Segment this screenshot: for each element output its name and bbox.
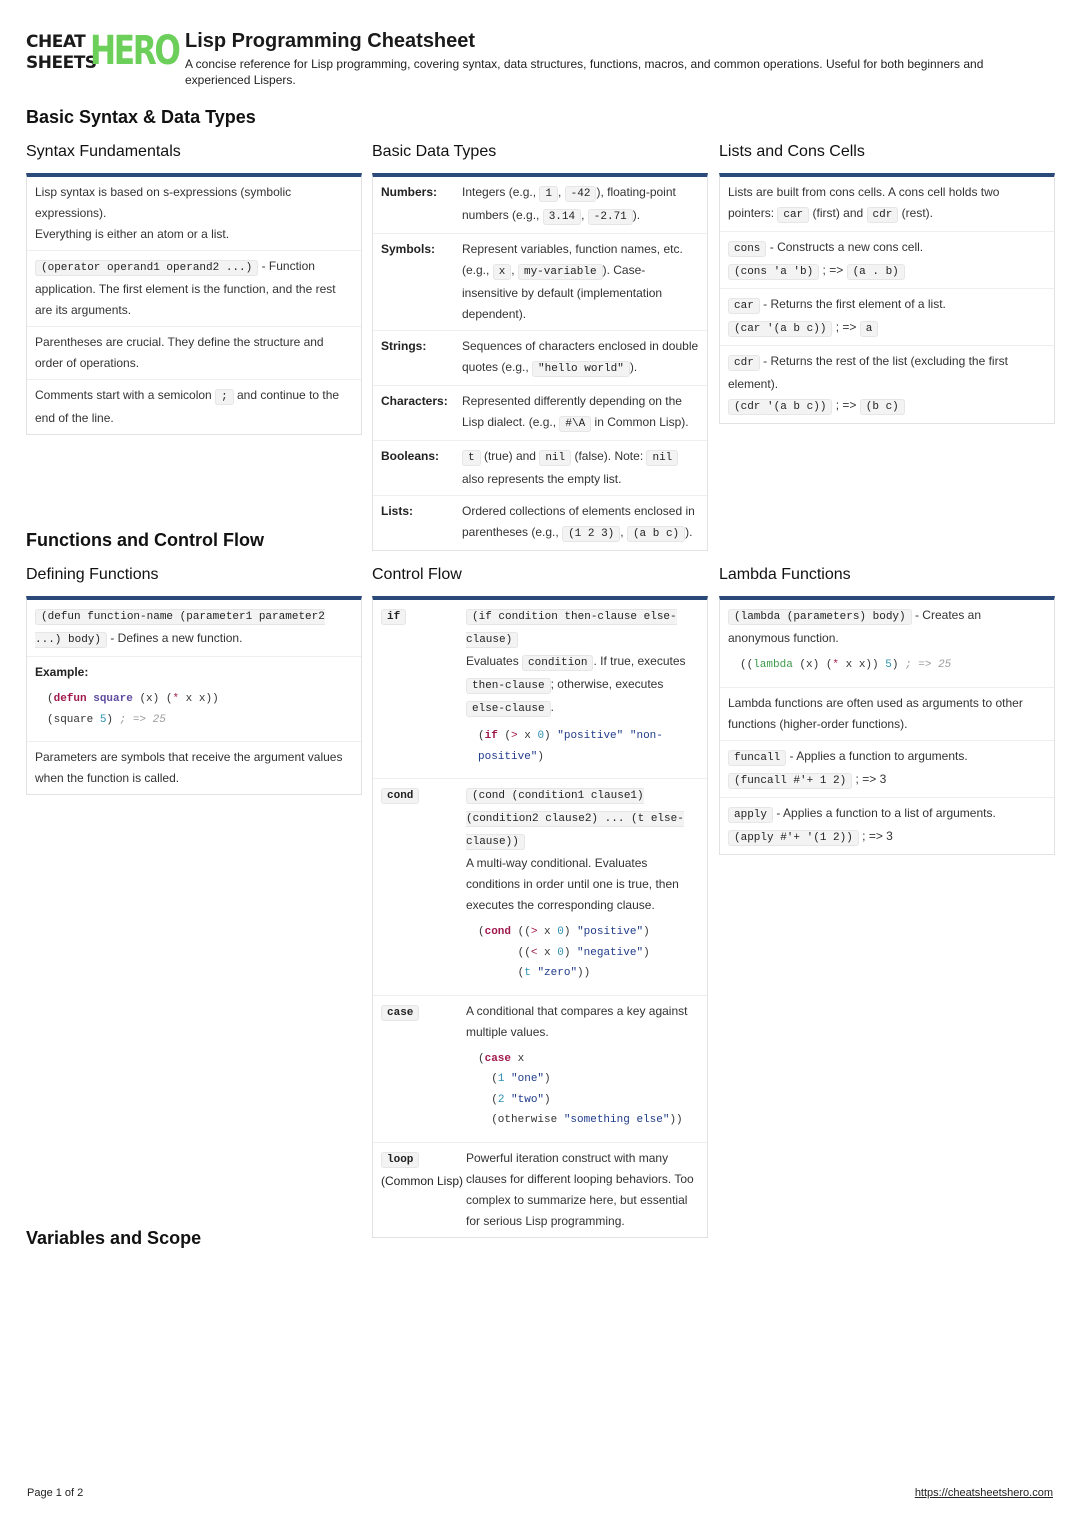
datatype-row-symbols: Symbols: Represent variables, function n… <box>373 233 707 330</box>
section-title-variables: Variables and Scope <box>26 1228 202 1248</box>
card-title-lambda: Lambda Functions <box>719 566 851 583</box>
card-title-defining: Defining Functions <box>26 566 159 583</box>
card-basic-data-types: Numbers: Integers (e.g., 1, -42), floati… <box>372 173 708 551</box>
code-snippet: (operator operand1 operand2 ...) <box>35 260 259 276</box>
page-number: Page 1 of 2 <box>27 1487 84 1499</box>
card-title-control: Control Flow <box>372 566 462 583</box>
lambda-row-apply: apply - Applies a function to a list of … <box>720 796 1054 854</box>
syntax-row: Parentheses are crucial. They define the… <box>27 326 361 379</box>
code-example: (case x (1 "one") (2 "two") (otherwise "… <box>478 1052 683 1127</box>
section-title-basic: Basic Syntax & Data Types <box>26 107 256 127</box>
card-control-flow: if (if condition then-clause else-clause… <box>372 596 708 1238</box>
page-title: Lisp Programming Cheatsheet <box>185 30 476 52</box>
card-title-syntax: Syntax Fundamentals <box>26 143 181 160</box>
control-row-case: case A conditional that compares a key a… <box>373 994 707 1142</box>
datatype-row-lists: Lists: Ordered collections of elements e… <box>373 495 707 550</box>
card-syntax-fundamentals: Lisp syntax is based on s-expressions (s… <box>26 173 362 435</box>
cons-row: Lists are built from cons cells. A cons … <box>728 185 1000 223</box>
code-example: ((lambda (x) (* x x)) 5) ; => 25 <box>740 659 952 671</box>
lambda-row: Lambda functions are often used as argum… <box>720 686 1054 740</box>
logo-hero-text: HERO <box>90 28 181 74</box>
syntax-row: Comments start with a semicolon ; and co… <box>27 379 361 434</box>
datatype-row-numbers: Numbers: Integers (e.g., 1, -42), floati… <box>381 185 676 225</box>
cons-row-car: car - Returns the first element of a lis… <box>720 288 1054 345</box>
code-snippet: ; <box>215 389 234 405</box>
defining-example-row: Example: (defun square (x) (* x x)) (squ… <box>27 656 361 741</box>
datatype-row-characters: Characters: Represented differently depe… <box>373 385 707 440</box>
card-lambda-functions: (lambda (parameters) body) - Creates an … <box>719 596 1055 855</box>
cons-row-cons: cons - Constructs a new cons cell. (cons… <box>720 231 1054 288</box>
section-title-functions: Functions and Control Flow <box>26 530 264 550</box>
syntax-row: (operator operand1 operand2 ...) - Funct… <box>27 250 361 326</box>
cheatsheetshero-logo[interactable]: CHEAT SHEETS HERO <box>26 28 181 76</box>
cons-row-cdr: cdr - Returns the rest of the list (excl… <box>720 345 1054 423</box>
card-title-datatypes: Basic Data Types <box>372 143 497 160</box>
card-defining-functions: (defun function-name (parameter1 paramet… <box>26 596 362 795</box>
logo-text: CHEAT SHEETS <box>26 32 97 73</box>
syntax-row: Lisp syntax is based on s-expressions (s… <box>35 185 292 241</box>
datatype-row-strings: Strings: Sequences of characters enclose… <box>373 330 707 385</box>
control-row-if: if (if condition then-clause else-clause… <box>373 600 707 778</box>
datatype-row-booleans: Booleans: t (true) and nil (false). Note… <box>373 440 707 495</box>
defining-row: (defun function-name (parameter1 paramet… <box>35 609 325 648</box>
page-header: CHEAT SHEETS HERO Lisp Programming Cheats… <box>26 28 1056 88</box>
lambda-row: (lambda (parameters) body) - Creates an … <box>720 600 1054 687</box>
site-link[interactable]: https://cheatsheetshero.com <box>915 1487 1053 1499</box>
control-row-loop: loop (Common Lisp) Powerful iteration con… <box>373 1141 707 1237</box>
control-row-cond: cond (cond (condition1 clause1) (conditi… <box>373 778 707 995</box>
page-subtitle: A concise reference for Lisp programming… <box>185 57 984 87</box>
lambda-row-funcall: funcall - Applies a function to argument… <box>720 739 1054 797</box>
defining-row: Parameters are symbols that receive the … <box>27 741 361 794</box>
code-example: (defun square (x) (* x x)) (square 5) ; … <box>47 693 219 726</box>
code-example: (if (> x 0) "positive" "non-positive") <box>478 730 663 763</box>
card-title-cons: Lists and Cons Cells <box>719 143 865 160</box>
card-lists-cons-cells: Lists are built from cons cells. A cons … <box>719 173 1055 424</box>
code-example: (cond ((> x 0) "positive") ((< x 0) "neg… <box>478 926 650 979</box>
